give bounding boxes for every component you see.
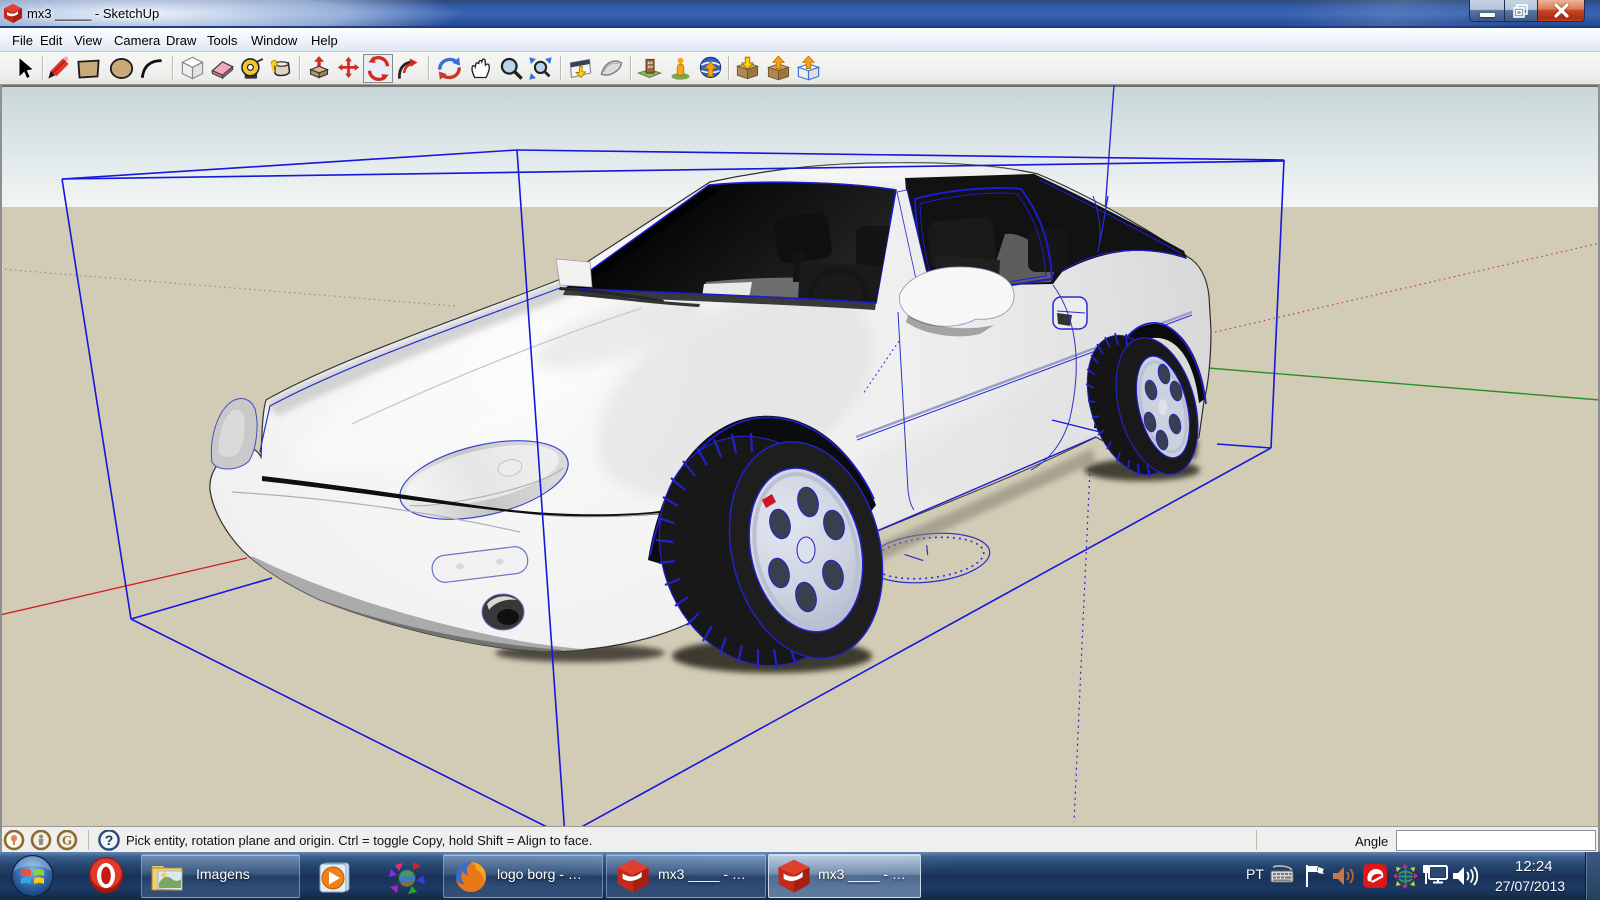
svg-text:G: G	[62, 833, 72, 848]
svg-text:?: ?	[105, 832, 114, 848]
